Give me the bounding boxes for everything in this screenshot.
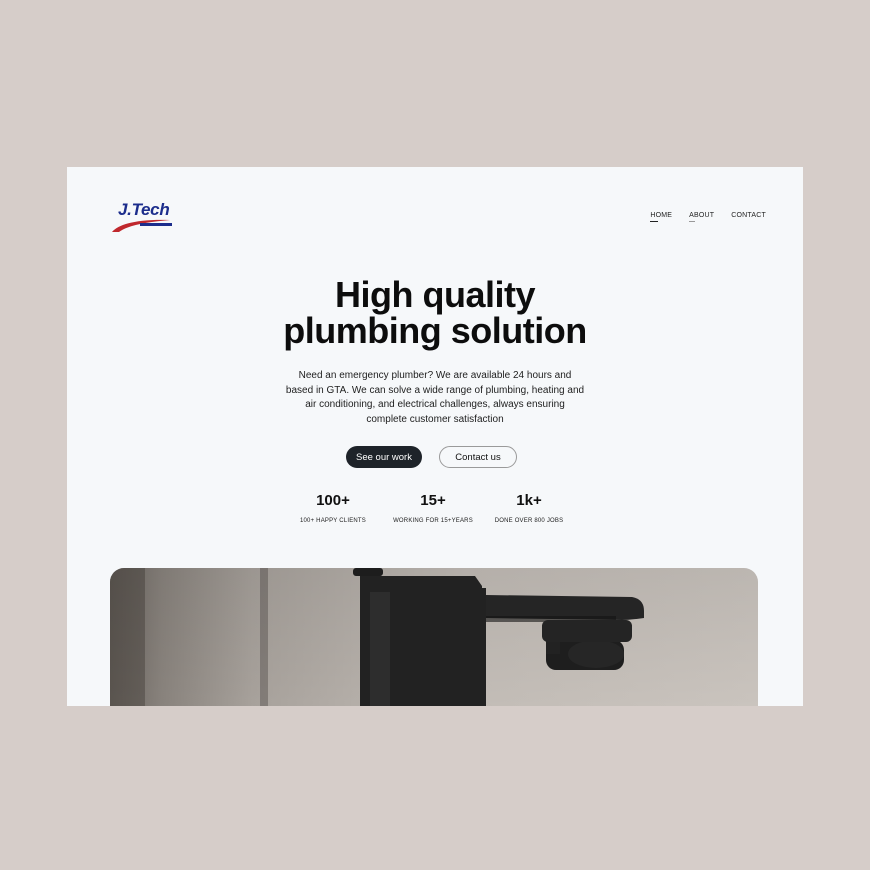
stat-value: 15+ [420, 492, 446, 509]
stat-label: 100+ HAPPY CLIENTS [299, 518, 367, 524]
nav-contact-link[interactable]: CONTACT [731, 212, 766, 219]
see-our-work-button[interactable]: See our work [346, 446, 422, 468]
main-nav: HOME ABOUT CONTACT [650, 212, 766, 222]
contact-us-button[interactable]: Contact us [439, 446, 517, 468]
hero-description-line: complete customer satisfaction [366, 413, 504, 425]
landing-page: J.Tech HOME ABOUT CONTACT High quality p… [67, 167, 803, 706]
hero-description: Need an emergency plumber? We are availa… [280, 369, 590, 427]
hero-title-line-1: High quality [335, 274, 536, 315]
stat-value: 1k+ [516, 492, 542, 509]
stat-label: WORKING FOR 15+YEARS [393, 518, 473, 524]
stat-jobs: 1k+ DONE OVER 800 JOBS [479, 492, 579, 524]
hero-title-line-2: plumbing solution [283, 310, 587, 351]
brand-logo[interactable]: J.Tech [110, 200, 180, 236]
faucet-hero-image [110, 568, 758, 706]
logo-swoosh-icon [112, 219, 172, 232]
stat-value: 100+ [316, 492, 350, 509]
nav-home-link[interactable]: HOME [650, 212, 672, 222]
hero-description-line: air conditioning, and electrical challen… [305, 399, 565, 410]
stat-label: DONE OVER 800 JOBS [494, 518, 564, 524]
hero-description-line: based in GTA. We can solve a wide range … [285, 384, 585, 396]
hero-title: High quality plumbing solution [67, 277, 803, 349]
stat-years: 15+ WORKING FOR 15+YEARS [383, 492, 483, 524]
nav-about-link[interactable]: ABOUT [689, 212, 714, 222]
stat-happy-clients: 100+ 100+ HAPPY CLIENTS [283, 492, 383, 524]
faucet-photo [110, 568, 758, 706]
hero-description-line: Need an emergency plumber? We are availa… [298, 370, 572, 381]
